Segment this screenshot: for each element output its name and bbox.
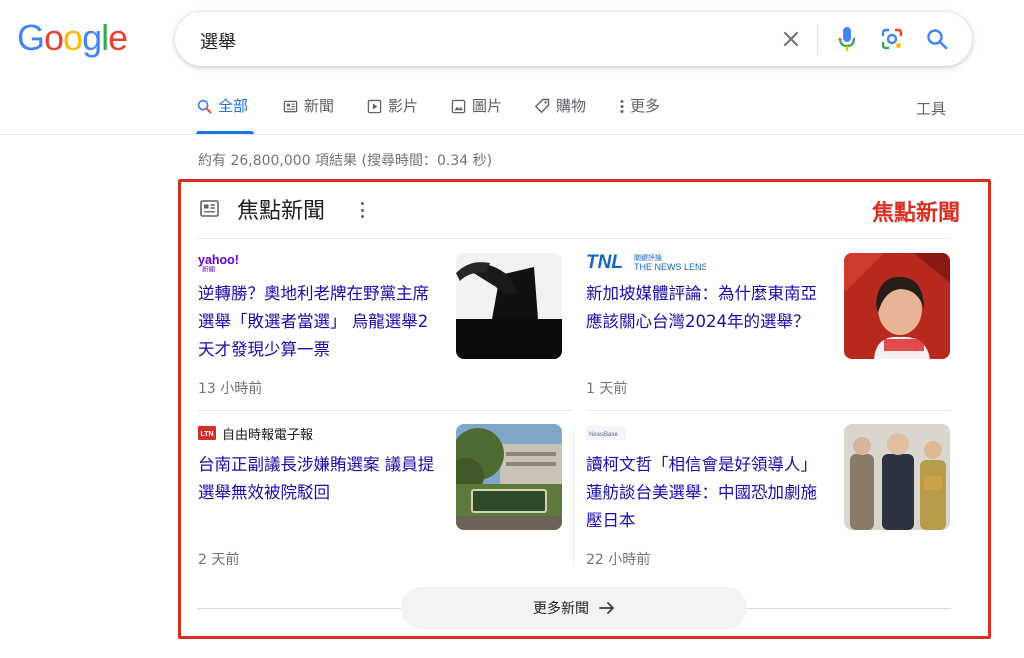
tab-label: 影片 [388, 97, 419, 115]
story-headline[interactable]: 讀柯文哲「相信會是好領導人」 蓮舫談台美選舉：中國恐加劇施壓日本 [586, 451, 826, 535]
news-story[interactable]: TNL 關鍵評論 THE NEWS LENS 新加坡媒體評論：為什麼東南亞應該關… [586, 252, 951, 403]
annotation-label: 焦點新聞 [872, 201, 961, 226]
news-story[interactable]: yahoo! 新聞 逆轉勝？奧地利老牌在野黨主席選舉「敗選者當選」 烏龍選舉2天… [198, 253, 563, 403]
news-icon [282, 98, 298, 114]
yahoo-sub: 新聞 [202, 265, 215, 273]
tag-icon [534, 98, 550, 114]
source-newsbase: NewsBase [586, 424, 626, 442]
tab-label: 全部 [218, 97, 249, 115]
google-logo[interactable]: Google [17, 17, 128, 58]
arrow-right-icon [599, 601, 615, 615]
story-headline[interactable]: 逆轉勝？奧地利老牌在野黨主席選舉「敗選者當選」 烏龍選舉2天才發現少算一票 [198, 280, 438, 364]
tnl-sub: 關鍵評論 [634, 253, 662, 262]
tab-label: 購物 [556, 97, 587, 115]
source-logo-tnl: TNL 關鍵評論 THE NEWS LENS [586, 252, 706, 273]
story-time: 22 小時前 [586, 552, 651, 568]
source-name: 自由時報電子報 [222, 427, 314, 443]
story-time: 1 天前 [586, 381, 628, 397]
story-time: 13 小時前 [198, 381, 263, 397]
story-thumbnail[interactable] [456, 253, 562, 359]
logo-letter: e [108, 17, 128, 58]
story-divider [586, 410, 951, 411]
story-headline[interactable]: 新加坡媒體評論：為什麼東南亞應該關心台灣2024年的選舉？ [586, 280, 826, 336]
logo-letter: l [101, 17, 109, 58]
logo-letter: o [44, 17, 64, 58]
column-divider [573, 426, 574, 566]
tab-label: 更多 [630, 97, 661, 115]
logo-letter: g [82, 17, 102, 58]
story-headline[interactable]: 台南正副議長涉嫌賄選案 議員提選舉無效被院駁回 [198, 451, 438, 507]
story-thumbnail[interactable] [844, 253, 950, 359]
story-thumbnail[interactable] [456, 424, 562, 530]
tab-shopping[interactable]: 購物 [534, 94, 586, 134]
more-news-button[interactable]: 更多新聞 [401, 587, 747, 629]
story-time: 2 天前 [198, 552, 240, 568]
tab-label: 新聞 [304, 97, 335, 115]
card-divider [197, 238, 951, 239]
search-divider [817, 24, 818, 54]
search-input[interactable]: 選舉 [200, 28, 236, 54]
top-stories-title: 焦點新聞 [237, 199, 326, 224]
tools-button[interactable]: 工具 [916, 98, 946, 119]
tnl-name: THE NEWS LENS [634, 262, 706, 272]
tab-videos[interactable]: 影片 [366, 94, 418, 134]
tnl-mark: TNL [586, 252, 623, 273]
newsbase-name: NewsBase [589, 432, 618, 438]
header-divider [0, 134, 1024, 135]
more-news-label: 更多新聞 [533, 601, 589, 617]
close-icon[interactable] [777, 25, 805, 53]
mic-icon[interactable] [833, 25, 861, 53]
tab-more[interactable]: 更多 [618, 94, 660, 134]
search-icon [196, 98, 212, 114]
news-icon [200, 200, 219, 221]
tab-label: 圖片 [472, 97, 503, 115]
source-logo-yahoo: yahoo! 新聞 [198, 253, 246, 273]
tab-images[interactable]: 圖片 [450, 94, 502, 134]
story-thumbnail[interactable] [844, 424, 950, 530]
more-vert-icon [618, 98, 626, 114]
result-stats: 約有 26,800,000 項結果 (搜尋時間：0.34 秒) [198, 153, 493, 169]
video-icon [366, 98, 382, 114]
news-story[interactable]: LTN 自由時報電子報 台南正副議長涉嫌賄選案 議員提選舉無效被院駁回 2 天前 [198, 424, 563, 574]
tab-news[interactable]: 新聞 [282, 94, 334, 134]
image-icon [450, 98, 466, 114]
logo-letter: G [17, 17, 45, 58]
lens-icon[interactable] [878, 25, 906, 53]
top-stories-card: 焦點新聞 焦點新聞 yahoo! 新聞 逆轉勝？奧地利老牌在野黨主席選舉「敗選者… [178, 179, 991, 639]
search-icon[interactable] [923, 25, 951, 53]
news-story[interactable]: NewsBase 讀柯文哲「相信會是好領導人」 蓮舫談台美選舉：中國恐加劇施壓日… [586, 424, 951, 574]
ltn-mark: LTN [200, 431, 213, 438]
tab-all[interactable]: 全部 [196, 94, 248, 134]
more-options-icon[interactable] [357, 200, 367, 220]
logo-letter: o [63, 17, 83, 58]
search-box[interactable]: 選舉 [175, 12, 972, 66]
story-divider [197, 410, 573, 411]
ltn-logo-icon: LTN [198, 426, 216, 440]
source-ltn: LTN 自由時報電子報 [198, 424, 314, 443]
